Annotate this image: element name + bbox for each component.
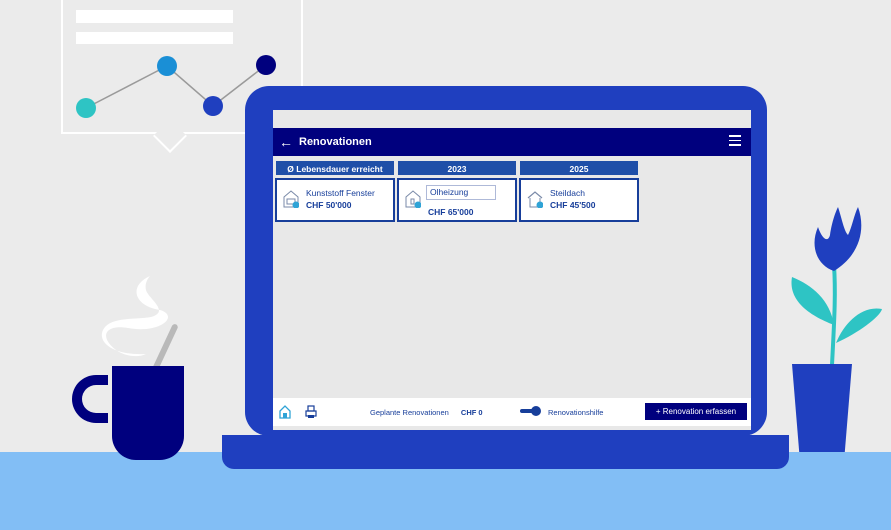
window-icon (283, 190, 299, 208)
card-name-input[interactable]: Olheizung (426, 185, 496, 200)
coffee-cup (112, 366, 184, 460)
planned-renovations: Geplante Renovationen CHF 0 (370, 408, 483, 417)
column-header: 2023 (397, 160, 517, 176)
chart-dot (76, 98, 96, 118)
planned-label: Geplante Renovationen (370, 408, 449, 417)
roof-icon (527, 191, 543, 208)
laptop-base (222, 435, 789, 469)
column-lifespan: Ø Lebensdauer erreicht Kunststoff Fenste… (275, 160, 395, 222)
chart-dot (203, 96, 223, 116)
add-renovation-button[interactable]: + Renovation erfassen (645, 403, 747, 420)
printer-icon[interactable] (305, 405, 317, 419)
card-cost: CHF 45'500 (550, 200, 596, 210)
renovation-card[interactable]: Kunststoff Fenster CHF 50'000 (275, 178, 395, 222)
plant-illustration (791, 207, 882, 366)
card-cost: CHF 50'000 (306, 200, 352, 210)
card-title: Kunststoff Fenster (306, 188, 375, 198)
renovation-help-toggle[interactable] (520, 406, 542, 416)
column-2025: 2025 Steildach CHF 45'500 (519, 160, 639, 222)
cup-handle (72, 375, 108, 423)
bubble-text-line (76, 10, 233, 23)
column-2023: 2023 Olheizung CHF 65'000 (397, 160, 517, 222)
card-title: Steildach (550, 188, 585, 198)
page-title: Renovationen (299, 136, 372, 148)
renovation-card[interactable]: Olheizung CHF 65'000 (397, 178, 517, 222)
heating-icon (405, 190, 421, 208)
app-header: ← Renovationen (273, 128, 751, 156)
house-icon[interactable] (279, 405, 291, 419)
app-footer: Geplante Renovationen CHF 0 Renovationsh… (273, 398, 751, 426)
chart-dot (157, 56, 177, 76)
renovation-card[interactable]: Steildach CHF 45'500 (519, 178, 639, 222)
column-header: 2025 (519, 160, 639, 176)
plant-pot (792, 364, 852, 452)
hamburger-icon[interactable] (729, 135, 741, 147)
chart-dot (256, 55, 276, 75)
planned-value: CHF 0 (460, 408, 483, 417)
app-screen: ← Renovationen Ø Lebensdauer erreicht Ku… (273, 110, 751, 430)
column-header: Ø Lebensdauer erreicht (275, 160, 395, 176)
arrow-left-icon[interactable]: ← (273, 134, 299, 150)
card-cost: CHF 65'000 (428, 207, 474, 217)
toggle-label: Renovationshilfe (548, 408, 604, 417)
